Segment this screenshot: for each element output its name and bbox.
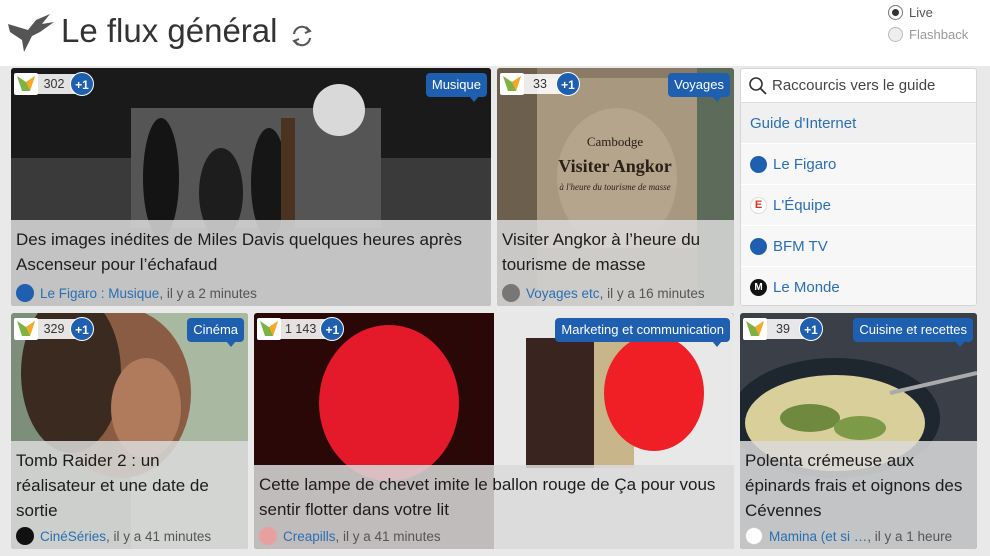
vote-counter: 329 +1 <box>14 317 94 341</box>
news-card-miles-davis[interactable]: 302 +1 Musique Des images inédites de Mi… <box>11 68 491 306</box>
plus-one-button[interactable]: +1 <box>70 72 94 96</box>
creapills-icon <box>259 527 277 545</box>
vote-counter: 33 +1 <box>500 72 580 96</box>
image-text-country: Cambodge <box>587 134 644 149</box>
guide-panel: Guide d'Internet Le Figaro E L'Équipe BF… <box>740 68 977 306</box>
hummingbird-icon <box>14 318 38 340</box>
vote-counter: 1 143 +1 <box>257 317 345 341</box>
guide-item-label: Le Figaro <box>773 155 837 173</box>
news-card-polenta[interactable]: 39 +1 Cuisine et recettes Polenta crémeu… <box>740 313 977 549</box>
hummingbird-icon <box>743 318 767 340</box>
hummingbird-logo-icon <box>8 14 54 52</box>
category-badge[interactable]: Cinéma <box>187 318 244 347</box>
card-meta: Mamina (et si … , il y a 1 heure <box>745 527 952 545</box>
card-headline[interactable]: Polenta crémeuse aux épinards frais et o… <box>745 448 971 523</box>
plus-one-button[interactable]: +1 <box>70 317 94 341</box>
guide-item-le-figaro[interactable]: Le Figaro <box>741 144 976 185</box>
mode-live-label: Live <box>909 5 933 20</box>
guide-search <box>741 69 976 103</box>
figaro-icon <box>16 284 34 302</box>
plus-one-button[interactable]: +1 <box>799 317 823 341</box>
hummingbird-icon <box>14 73 38 95</box>
bfmtv-icon <box>750 237 767 255</box>
voyages-icon <box>502 284 520 302</box>
card-source-link[interactable]: CinéSéries <box>40 529 106 544</box>
card-caption: Cette lampe de chevet imite le ballon ro… <box>254 465 734 549</box>
guide-heading-link[interactable]: Guide d'Internet <box>741 103 976 144</box>
guide-item-lequipe[interactable]: E L'Équipe <box>741 185 976 226</box>
image-text-title: Visiter Angkor <box>558 156 672 176</box>
card-headline[interactable]: Tomb Raider 2 : un réalisateur et une da… <box>16 448 242 523</box>
vote-counter: 302 +1 <box>14 72 94 96</box>
news-card-angkor[interactable]: Cambodge Visiter Angkor à l'heure du tou… <box>497 68 734 306</box>
card-meta: Le Figaro : Musique , il y a 2 minutes <box>16 284 257 302</box>
page-title: Le flux général <box>61 12 278 49</box>
card-meta: Voyages etc , il y a 16 minutes <box>502 284 705 302</box>
card-caption: Des images inédites de Miles Davis quelq… <box>11 220 491 306</box>
mode-live-radio[interactable]: Live <box>888 5 933 20</box>
card-caption: Visiter Angkor à l’heure du tourisme de … <box>497 220 734 306</box>
card-source-link[interactable]: Le Figaro : Musique <box>40 286 159 301</box>
card-time: , il y a 2 minutes <box>159 285 257 301</box>
card-time: , il y a 1 heure <box>867 528 953 544</box>
card-source-link[interactable]: Mamina (et si … <box>769 529 867 544</box>
mode-flashback-label: Flashback <box>909 27 969 42</box>
guide-item-label: BFM TV <box>773 237 828 255</box>
image-text-subtitle: à l'heure du tourisme de masse <box>559 182 670 192</box>
refresh-icon[interactable] <box>288 22 316 50</box>
top-bar: Le flux général Live Flashback <box>0 0 990 66</box>
guide-item-label: L'Équipe <box>773 196 831 214</box>
lemonde-icon: M <box>750 278 767 296</box>
mamina-icon <box>745 527 763 545</box>
card-source-link[interactable]: Creapills <box>283 529 336 544</box>
card-meta: Creapills , il y a 41 minutes <box>259 527 441 545</box>
card-caption: Tomb Raider 2 : un réalisateur et une da… <box>11 441 248 549</box>
card-time: , il y a 16 minutes <box>599 285 705 301</box>
hummingbird-icon <box>257 318 281 340</box>
category-badge[interactable]: Marketing et communication <box>555 318 730 347</box>
guide-item-bfm-tv[interactable]: BFM TV <box>741 226 976 267</box>
card-source-link[interactable]: Voyages etc <box>526 286 600 301</box>
hummingbird-icon <box>500 73 524 95</box>
category-badge[interactable]: Voyages <box>668 73 730 102</box>
vote-counter: 39 +1 <box>743 317 823 341</box>
card-caption: Polenta crémeuse aux épinards frais et o… <box>740 441 977 549</box>
category-badge[interactable]: Cuisine et recettes <box>853 318 973 347</box>
search-icon <box>749 76 767 95</box>
category-badge[interactable]: Musique <box>425 73 487 102</box>
card-time: , il y a 41 minutes <box>106 528 212 544</box>
card-headline[interactable]: Des images inédites de Miles Davis quelq… <box>16 227 485 277</box>
radio-checked-icon <box>888 5 903 20</box>
card-headline[interactable]: Visiter Angkor à l’heure du tourisme de … <box>502 227 728 277</box>
guide-search-input[interactable] <box>772 77 972 94</box>
news-card-lampe-ballon[interactable]: 1 143 +1 Marketing et communication Cett… <box>254 313 734 549</box>
card-headline[interactable]: Cette lampe de chevet imite le ballon ro… <box>259 472 728 522</box>
news-card-tomb-raider[interactable]: 329 +1 Cinéma Tomb Raider 2 : un réalisa… <box>11 313 248 549</box>
radio-unchecked-icon <box>888 27 903 42</box>
mode-flashback-radio[interactable]: Flashback <box>888 27 968 42</box>
card-time: , il y a 41 minutes <box>335 528 441 544</box>
guide-item-label: Le Monde <box>773 278 840 296</box>
guide-item-le-monde[interactable]: M Le Monde <box>741 267 976 305</box>
plus-one-button[interactable]: +1 <box>556 72 580 96</box>
cineseries-icon <box>16 527 34 545</box>
figaro-icon <box>750 155 767 173</box>
lequipe-icon: E <box>750 196 767 214</box>
card-meta: CinéSéries , il y a 41 minutes <box>16 527 211 545</box>
plus-one-button[interactable]: +1 <box>320 317 345 341</box>
